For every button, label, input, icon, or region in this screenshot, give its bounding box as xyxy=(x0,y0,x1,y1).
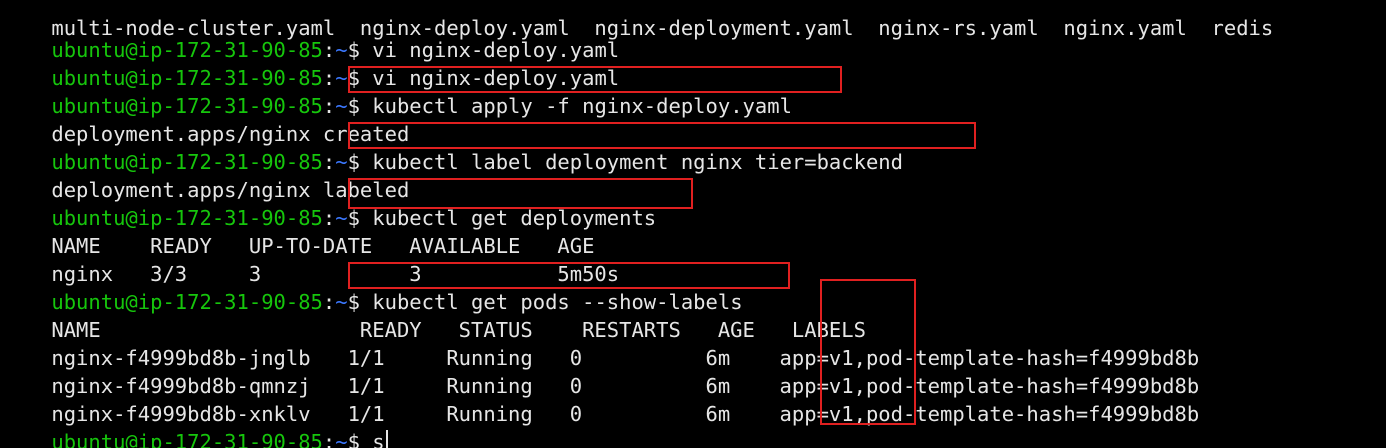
prompt-path: ~ xyxy=(335,430,348,448)
command-text: kubectl apply -f nginx-deploy.yaml xyxy=(372,94,792,118)
text-cursor xyxy=(385,430,388,448)
terminal-line-prompt: ubuntu@ip-172-31-90-85:~$ kubectl get po… xyxy=(2,260,742,314)
terminal-window[interactable]: multi-node-cluster.yaml nginx-deploy.yam… xyxy=(0,0,1386,448)
terminal-line-prompt: ubuntu@ip-172-31-90-85:~$ kubectl apply … xyxy=(2,64,792,118)
current-input-text[interactable]: s xyxy=(372,430,384,448)
terminal-line-prompt: ubuntu@ip-172-31-90-85:~$ vi nginx-deplo… xyxy=(2,36,619,90)
terminal-line-prompt: ubuntu@ip-172-31-90-85:~$ vi nginx-deplo… xyxy=(2,8,619,62)
terminal-line-output: nginx-f4999bd8b-qmnzj 1/1 Running 0 6m a… xyxy=(2,344,1199,398)
terminal-line-output: nginx-f4999bd8b-jnglb 1/1 Running 0 6m a… xyxy=(2,316,1199,370)
terminal-line-prompt: ubuntu@ip-172-31-90-85:~$ kubectl get de… xyxy=(2,176,656,230)
terminal-line-output: nginx-f4999bd8b-xnklv 1/1 Running 0 6m a… xyxy=(2,372,1199,426)
terminal-line-output: deployment.apps/nginx labeled xyxy=(2,148,409,202)
terminal-line-output: nginx 3/3 3 3 5m50s xyxy=(2,232,619,286)
terminal-line-current-prompt[interactable]: ubuntu@ip-172-31-90-85:~$ s xyxy=(2,400,388,448)
terminal-line-output: NAME READY STATUS RESTARTS AGE LABELS xyxy=(2,288,866,342)
terminal-line-prompt: ubuntu@ip-172-31-90-85:~$ kubectl label … xyxy=(2,120,903,174)
terminal-line-output: deployment.apps/nginx created xyxy=(2,92,409,146)
prompt-dollar: $ xyxy=(347,430,373,448)
terminal-line-output: NAME READY UP-TO-DATE AVAILABLE AGE xyxy=(2,204,594,258)
command-text: kubectl label deployment nginx tier=back… xyxy=(372,150,903,174)
prompt-colon: : xyxy=(322,430,336,448)
prompt-user-host: ubuntu@ip-172-31-90-85 xyxy=(51,430,323,448)
